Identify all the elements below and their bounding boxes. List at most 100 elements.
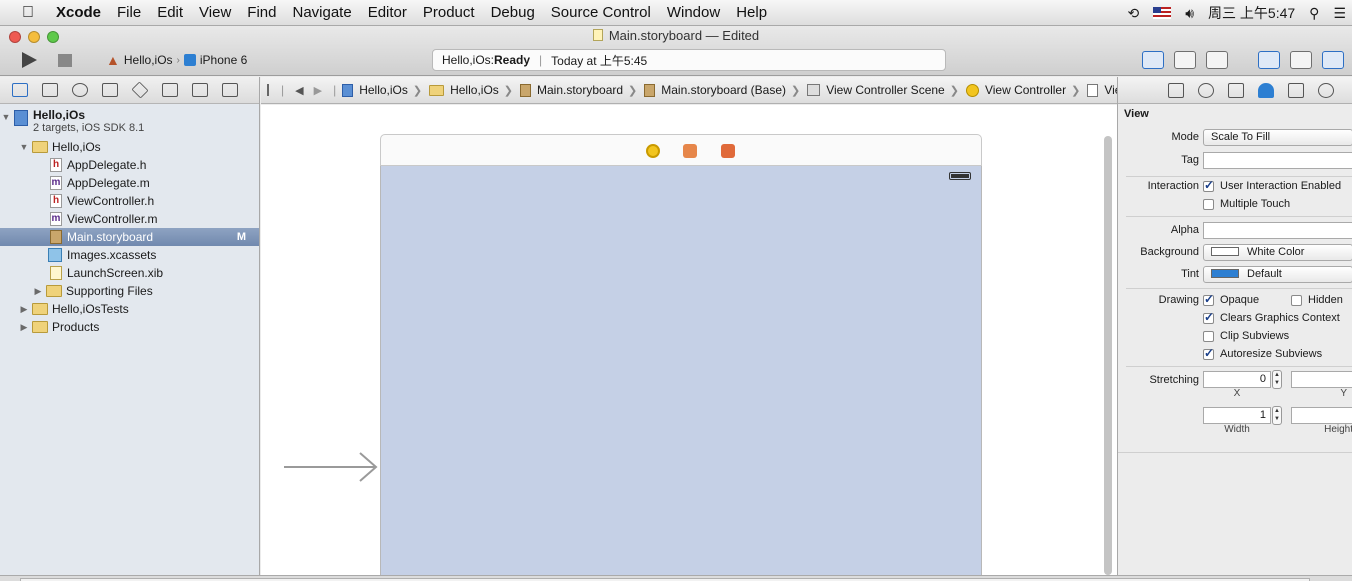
hidden-checkbox[interactable]: Hidden [1291, 294, 1343, 306]
menu-navigate[interactable]: Navigate [284, 4, 359, 21]
stretching-y-field[interactable] [1291, 371, 1352, 388]
color-swatch [1211, 247, 1239, 256]
toggle-utilities-icon[interactable] [1322, 51, 1344, 69]
clip-subviews-checkbox[interactable]: Clip Subviews [1203, 330, 1289, 342]
opaque-checkbox[interactable]: Opaque [1203, 292, 1259, 306]
canvas-scrollbar[interactable] [1104, 136, 1112, 575]
breadcrumb-view-controller[interactable]: View Controller ❯ [965, 83, 1087, 97]
stepper-width[interactable]: ▲ ▼ [1272, 406, 1282, 425]
test-navigator-icon[interactable] [131, 81, 149, 99]
issue-navigator-warning-icon[interactable] [102, 83, 118, 97]
tag-field[interactable] [1203, 152, 1352, 169]
autoresize-subviews-checkbox[interactable]: Autoresize Subviews [1203, 346, 1322, 360]
multiple-touch-checkbox[interactable]: Multiple Touch [1203, 198, 1290, 210]
notification-center-icon[interactable]: ☰ [1333, 5, 1346, 22]
scheme-selector[interactable]: ▲ Hello,iOs › iPhone 6 [106, 52, 247, 68]
toggle-debug-area-icon[interactable] [1290, 51, 1312, 69]
related-items-grid-icon[interactable] [267, 84, 269, 96]
menu-find[interactable]: Find [239, 4, 284, 21]
quick-help-icon[interactable] [1198, 82, 1214, 98]
project-name: Hello,iOs [33, 108, 86, 122]
file-row[interactable]: m AppDelegate.m [0, 174, 259, 192]
disclosure-open-icon[interactable]: ▼ [0, 112, 12, 122]
implementation-file-icon: m [50, 176, 62, 190]
scene-dock[interactable] [380, 134, 982, 166]
identity-inspector-icon[interactable] [1228, 82, 1244, 98]
disclosure-open-icon[interactable]: ▼ [18, 142, 30, 152]
file-row[interactable]: h AppDelegate.h [0, 156, 259, 174]
log-navigator-icon[interactable] [222, 83, 238, 97]
volume-icon[interactable]: 🔊︎ [1185, 5, 1194, 22]
menu-help[interactable]: Help [728, 4, 775, 21]
assistant-editor-icon[interactable] [1174, 51, 1196, 69]
menu-view[interactable]: View [191, 4, 239, 21]
menu-source-control[interactable]: Source Control [543, 4, 659, 21]
menu-app-name[interactable]: Xcode [56, 4, 109, 21]
project-root-row[interactable]: ▼ Hello,iOs 2 targets, iOS SDK 8.1 [0, 106, 259, 138]
breadcrumb-storyboard[interactable]: Main.storyboard ❯ [520, 83, 644, 97]
group-row[interactable]: ▼ Hello,iOs [0, 138, 259, 156]
menu-file[interactable]: File [109, 4, 149, 21]
view-controller-icon[interactable] [646, 144, 660, 158]
group-row[interactable]: ▶ Products [0, 318, 259, 336]
run-button[interactable] [22, 52, 37, 68]
user-interaction-checkbox[interactable]: User Interaction Enabled [1203, 178, 1341, 192]
disclosure-closed-icon[interactable]: ▶ [32, 286, 44, 297]
alpha-field[interactable] [1203, 222, 1352, 239]
standard-editor-icon[interactable] [1142, 51, 1164, 69]
folder-icon [32, 141, 48, 153]
stretching-height-field[interactable] [1291, 407, 1352, 424]
group-row[interactable]: ▶ Hello,iOsTests [0, 300, 259, 318]
mode-popup[interactable]: Scale To Fill [1203, 129, 1352, 146]
initial-scene-arrow-icon[interactable] [284, 452, 380, 482]
apple-menu-icon[interactable]:  [0, 4, 56, 22]
file-inspector-icon[interactable] [1168, 82, 1184, 98]
attributes-inspector-icon[interactable] [1258, 82, 1274, 98]
debug-navigator-icon[interactable] [162, 83, 178, 97]
spotlight-icon[interactable]: ⚲ [1309, 5, 1319, 22]
version-editor-icon[interactable] [1206, 51, 1228, 69]
menu-debug[interactable]: Debug [483, 4, 543, 21]
clears-graphics-context-checkbox[interactable]: Clears Graphics Context [1203, 310, 1340, 324]
file-row[interactable]: h ViewController.h [0, 192, 259, 210]
toggle-navigator-icon[interactable] [1258, 51, 1280, 69]
menu-window[interactable]: Window [659, 4, 728, 21]
back-arrow-icon[interactable]: ◀ [295, 84, 303, 97]
file-row[interactable]: LaunchScreen.xib [0, 264, 259, 282]
background-color-popup[interactable]: White Color [1203, 244, 1352, 261]
breadcrumb-storyboard-base[interactable]: Main.storyboard (Base) ❯ [644, 83, 807, 97]
file-row-selected[interactable]: Main.storyboard M [0, 228, 259, 246]
forward-arrow-icon[interactable]: ▶ [314, 84, 322, 97]
input-source-flag-icon[interactable] [1153, 7, 1172, 19]
stretching-width-field[interactable]: 1 [1203, 407, 1271, 424]
view-icon [1087, 83, 1099, 97]
breadcrumb-group[interactable]: Hello,iOs ❯ [429, 83, 520, 97]
scene-icon [807, 84, 821, 96]
file-row[interactable]: Images.xcassets [0, 246, 259, 264]
menu-clock[interactable]: 周三 上午5:47 [1208, 3, 1295, 23]
stepper-x[interactable]: ▲ ▼ [1272, 370, 1282, 389]
time-machine-icon[interactable]: ⟲ [1127, 5, 1139, 22]
breadcrumb-project[interactable]: Hello,iOs ❯ [342, 83, 429, 97]
disclosure-closed-icon[interactable]: ▶ [18, 322, 30, 333]
menu-edit[interactable]: Edit [149, 4, 191, 21]
find-navigator-icon[interactable] [72, 83, 88, 97]
exit-icon[interactable] [721, 144, 735, 158]
first-responder-icon[interactable] [683, 144, 697, 158]
stretching-x-field[interactable]: 0 [1203, 371, 1271, 388]
menu-editor[interactable]: Editor [360, 4, 415, 21]
breakpoint-navigator-icon[interactable] [192, 83, 208, 97]
size-inspector-icon[interactable] [1288, 82, 1304, 98]
project-navigator-folder-icon[interactable] [12, 83, 28, 97]
group-row[interactable]: ▶ Supporting Files [0, 282, 259, 300]
view-controller-view[interactable] [380, 166, 982, 581]
symbol-navigator-icon[interactable] [42, 83, 58, 97]
tint-color-popup[interactable]: Default [1203, 266, 1352, 283]
breadcrumb-scene[interactable]: View Controller Scene ❯ [807, 83, 966, 97]
checkbox-unchecked-icon [1291, 294, 1302, 306]
stop-button[interactable] [58, 54, 72, 67]
connections-inspector-icon[interactable] [1318, 82, 1334, 98]
disclosure-closed-icon[interactable]: ▶ [18, 304, 30, 315]
menu-product[interactable]: Product [415, 4, 483, 21]
file-row[interactable]: m ViewController.m [0, 210, 259, 228]
